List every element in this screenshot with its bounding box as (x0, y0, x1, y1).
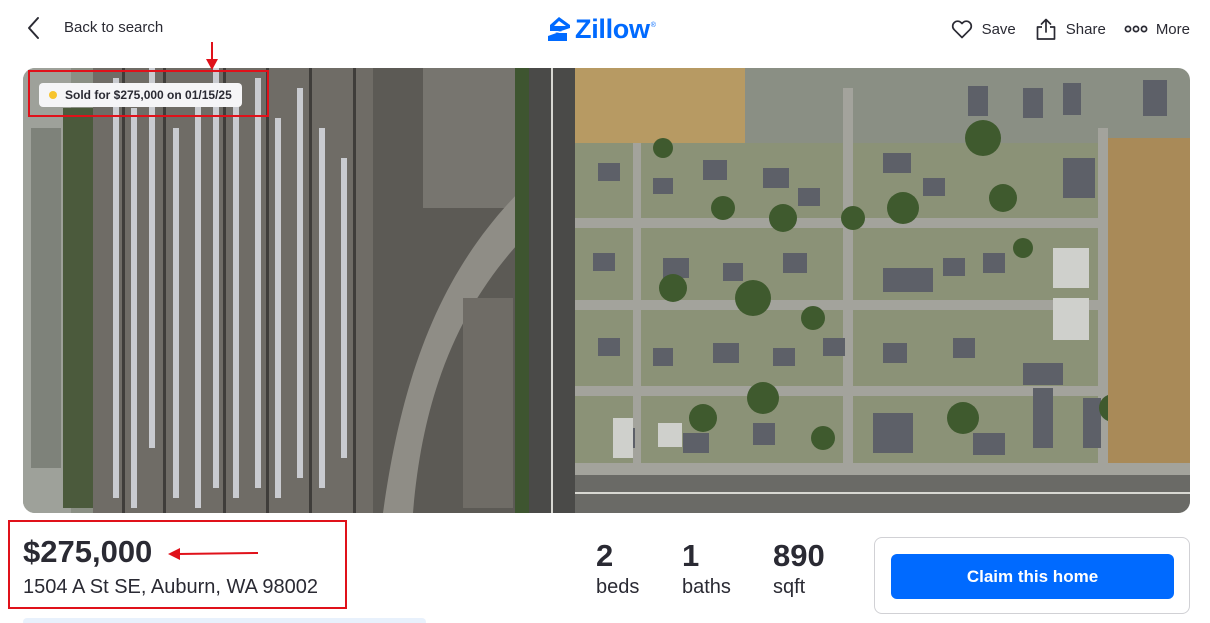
annotation-arrow-down-icon (206, 42, 218, 70)
more-label: More (1155, 20, 1190, 38)
baths-value: 1 (682, 538, 700, 573)
share-label: Share (1065, 20, 1106, 38)
back-to-search-label: Back to search (64, 19, 164, 36)
sqft-label: sqft (773, 576, 806, 598)
listing-address: 1504 A St SE, Auburn, WA 98002 (23, 576, 319, 598)
save-button[interactable]: Save (950, 17, 1016, 41)
chevron-left-icon (28, 17, 39, 39)
aerial-property-photo[interactable] (23, 68, 1190, 513)
zillow-wordmark: Zillow (575, 14, 650, 44)
header-actions: Save Share More (932, 14, 1190, 44)
top-header: Back to search Zillow ® Save Share More (0, 0, 1210, 60)
beds-stat: 2 beds (596, 538, 639, 600)
claim-home-card: Claim this home (874, 537, 1190, 614)
share-icon (1036, 18, 1056, 40)
sqft-stat: 890 sqft (773, 538, 825, 600)
annotation-box-sold-badge (28, 70, 269, 117)
listing-price: $275,000 (23, 534, 153, 569)
beds-label: beds (596, 576, 640, 598)
baths-label: baths (682, 576, 731, 598)
bottom-info-banner (23, 618, 426, 623)
annotation-arrow-left-icon (168, 548, 259, 560)
trademark-symbol: ® (650, 22, 656, 29)
more-button[interactable]: More (1124, 17, 1190, 41)
share-button[interactable]: Share (1034, 17, 1106, 41)
sqft-value: 890 (773, 538, 825, 573)
save-label: Save (981, 20, 1016, 38)
zillow-z-icon (548, 17, 570, 41)
back-to-search-link[interactable]: Back to search (24, 14, 163, 42)
zillow-logo[interactable]: Zillow ® (547, 14, 656, 44)
heart-icon (951, 20, 972, 39)
baths-stat: 1 baths (682, 538, 731, 600)
beds-value: 2 (596, 538, 614, 573)
aerial-map-image (23, 68, 1190, 513)
claim-this-home-button[interactable]: Claim this home (891, 554, 1174, 599)
more-icon (1124, 25, 1148, 33)
